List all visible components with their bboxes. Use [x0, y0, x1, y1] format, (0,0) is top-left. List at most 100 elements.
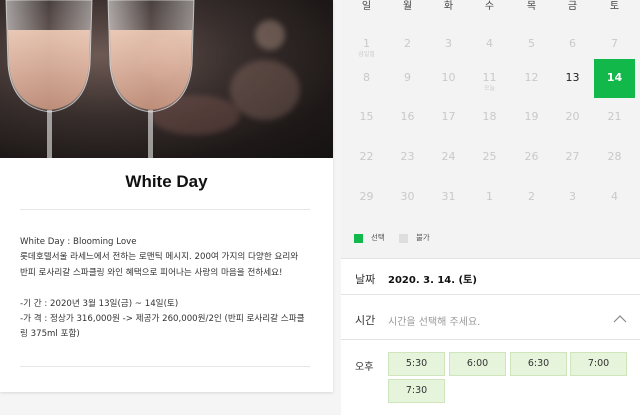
divider	[341, 258, 640, 259]
calendar-day: 31	[428, 178, 469, 217]
calendar-day: 1	[469, 178, 510, 217]
calendar-day: 9	[387, 59, 428, 98]
calendar-day-number: 3	[445, 37, 452, 50]
desc-line: -가 격 : 정상가 316,000원 -> 제공가 260,000원/2인 (…	[20, 314, 305, 325]
desc-line: 롯데호텔서울 라세느에서 전하는 로맨틱 메시지. 200여 가지의 다양한 요…	[20, 252, 299, 263]
calendar-day: 4	[594, 178, 635, 217]
wine-glasses-illustration	[5, 0, 195, 158]
time-slot-button[interactable]: 5:30	[388, 352, 445, 376]
calendar-day-number: 11	[482, 71, 497, 84]
booking-panel: 일 월 화 수 목 금 토 선택 불가 1 삼일절 2 3 4 5 6 7 8 9 10 11 오늘 12…	[341, 0, 640, 415]
calendar-day-note: 삼일절	[358, 51, 375, 58]
legend-unavailable-label: 불가	[416, 233, 430, 242]
calendar-day-number: 2	[404, 37, 411, 50]
calendar-day-number: 24	[441, 150, 456, 163]
weekday-label: 금	[567, 1, 578, 12]
calendar-day-number: 14	[606, 71, 623, 84]
event-card: White Day White Day : Blooming Love 롯데호텔…	[0, 0, 333, 392]
calendar-day: 25	[469, 138, 510, 177]
calendar-day-number: 26	[524, 150, 539, 163]
divider	[20, 209, 310, 210]
desc-line: 링 375ml 포함)	[20, 329, 80, 340]
calendar-day-number: 19	[524, 110, 539, 123]
chevron-up-icon[interactable]	[613, 314, 627, 323]
calendar-day: 17	[428, 98, 469, 137]
calendar-day-number: 22	[359, 150, 374, 163]
calendar-day-number: 9	[404, 71, 411, 84]
weekday-label: 일	[361, 1, 372, 12]
desc-line: 반피 로사리갈 스파클링 와인 혜택으로 피어나는 사랑의 마음을 전하세요!	[20, 267, 283, 278]
calendar-day-number: 17	[441, 110, 456, 123]
calendar-day-number: 29	[359, 190, 374, 203]
calendar-day-number: 3	[569, 190, 576, 203]
calendar-day: 19	[511, 98, 552, 137]
legend-unavailable: 불가	[399, 233, 430, 243]
calendar-day-number: 31	[441, 190, 456, 203]
calendar-day: 16	[387, 98, 428, 137]
calendar-day: 18	[469, 98, 510, 137]
legend-selected-swatch	[354, 233, 363, 243]
calendar-day: 23	[387, 138, 428, 177]
time-label: 시간	[355, 314, 376, 327]
calendar-day: 22	[346, 138, 387, 177]
desc-line: White Day : Blooming Love	[20, 237, 137, 247]
calendar-day-number: 28	[607, 150, 622, 163]
calendar-day-number: 8	[363, 71, 370, 84]
calendar-day-number: 6	[569, 37, 576, 50]
time-slot-button[interactable]: 6:00	[449, 352, 506, 376]
calendar-day: 2	[511, 178, 552, 217]
calendar-day-number: 25	[482, 150, 497, 163]
event-description: White Day : Blooming Love 롯데호텔서울 라세느에서 전…	[20, 235, 315, 343]
calendar-day-number: 15	[359, 110, 374, 123]
weekday-label: 화	[443, 1, 454, 12]
calendar-day: 21	[594, 98, 635, 137]
calendar: 일 월 화 수 목 금 토 선택 불가 1 삼일절 2 3 4 5 6 7 8 9 10 11 오늘 12…	[341, 0, 640, 258]
calendar-day: 15	[346, 98, 387, 137]
calendar-day: 8	[346, 59, 387, 98]
divider	[341, 339, 640, 340]
event-title: White Day	[125, 172, 208, 191]
calendar-day: 10	[428, 59, 469, 98]
calendar-day-number: 4	[486, 37, 493, 50]
time-slot-button[interactable]: 7:30	[388, 379, 445, 403]
time-select-placeholder[interactable]: 시간을 선택해 주세요.	[388, 313, 480, 328]
selected-date: 2020. 3. 14. (토)	[388, 275, 477, 286]
event-hero-image	[0, 0, 333, 158]
legend-selected-label: 선택	[371, 233, 385, 242]
divider	[341, 294, 640, 295]
calendar-day: 24	[428, 138, 469, 177]
calendar-day-number: 27	[565, 150, 580, 163]
legend-selected: 선택	[354, 233, 385, 243]
calendar-day-number: 2	[528, 190, 535, 203]
calendar-day: 20	[552, 98, 593, 137]
calendar-day: 30	[387, 178, 428, 217]
legend-unavailable-swatch	[399, 233, 408, 243]
calendar-day-number: 12	[524, 71, 539, 84]
calendar-day-number: 30	[400, 190, 415, 203]
time-slot-button[interactable]: 7:00	[570, 352, 627, 376]
date-label: 날짜	[355, 273, 376, 286]
weekday-label: 월	[402, 1, 413, 12]
calendar-day-selected[interactable]: 14	[594, 59, 635, 98]
weekday-label: 목	[526, 1, 537, 12]
calendar-day: 3	[552, 178, 593, 217]
calendar-day: 28	[594, 138, 635, 177]
divider	[20, 366, 310, 367]
calendar-day-number: 1	[486, 190, 493, 203]
calendar-day[interactable]: 13	[552, 59, 593, 98]
calendar-day-number: 23	[400, 150, 415, 163]
calendar-day-note: 오늘	[483, 85, 496, 92]
calendar-day-number: 10	[441, 71, 456, 84]
calendar-day-number: 1	[363, 37, 370, 50]
weekday-label: 토	[609, 1, 620, 12]
calendar-day-number: 7	[611, 37, 618, 50]
calendar-day-number: 21	[607, 110, 622, 123]
weekday-label: 수	[484, 1, 495, 12]
calendar-day: 12	[511, 59, 552, 98]
period-label: 오후	[355, 362, 374, 373]
calendar-day-number: 16	[400, 110, 415, 123]
calendar-day-number: 5	[528, 37, 535, 50]
time-slot-button[interactable]: 6:30	[510, 352, 567, 376]
calendar-day-number: 18	[482, 110, 497, 123]
desc-line: -기 간 : 2020년 3월 13일(금) ~ 14일(토)	[20, 298, 179, 309]
